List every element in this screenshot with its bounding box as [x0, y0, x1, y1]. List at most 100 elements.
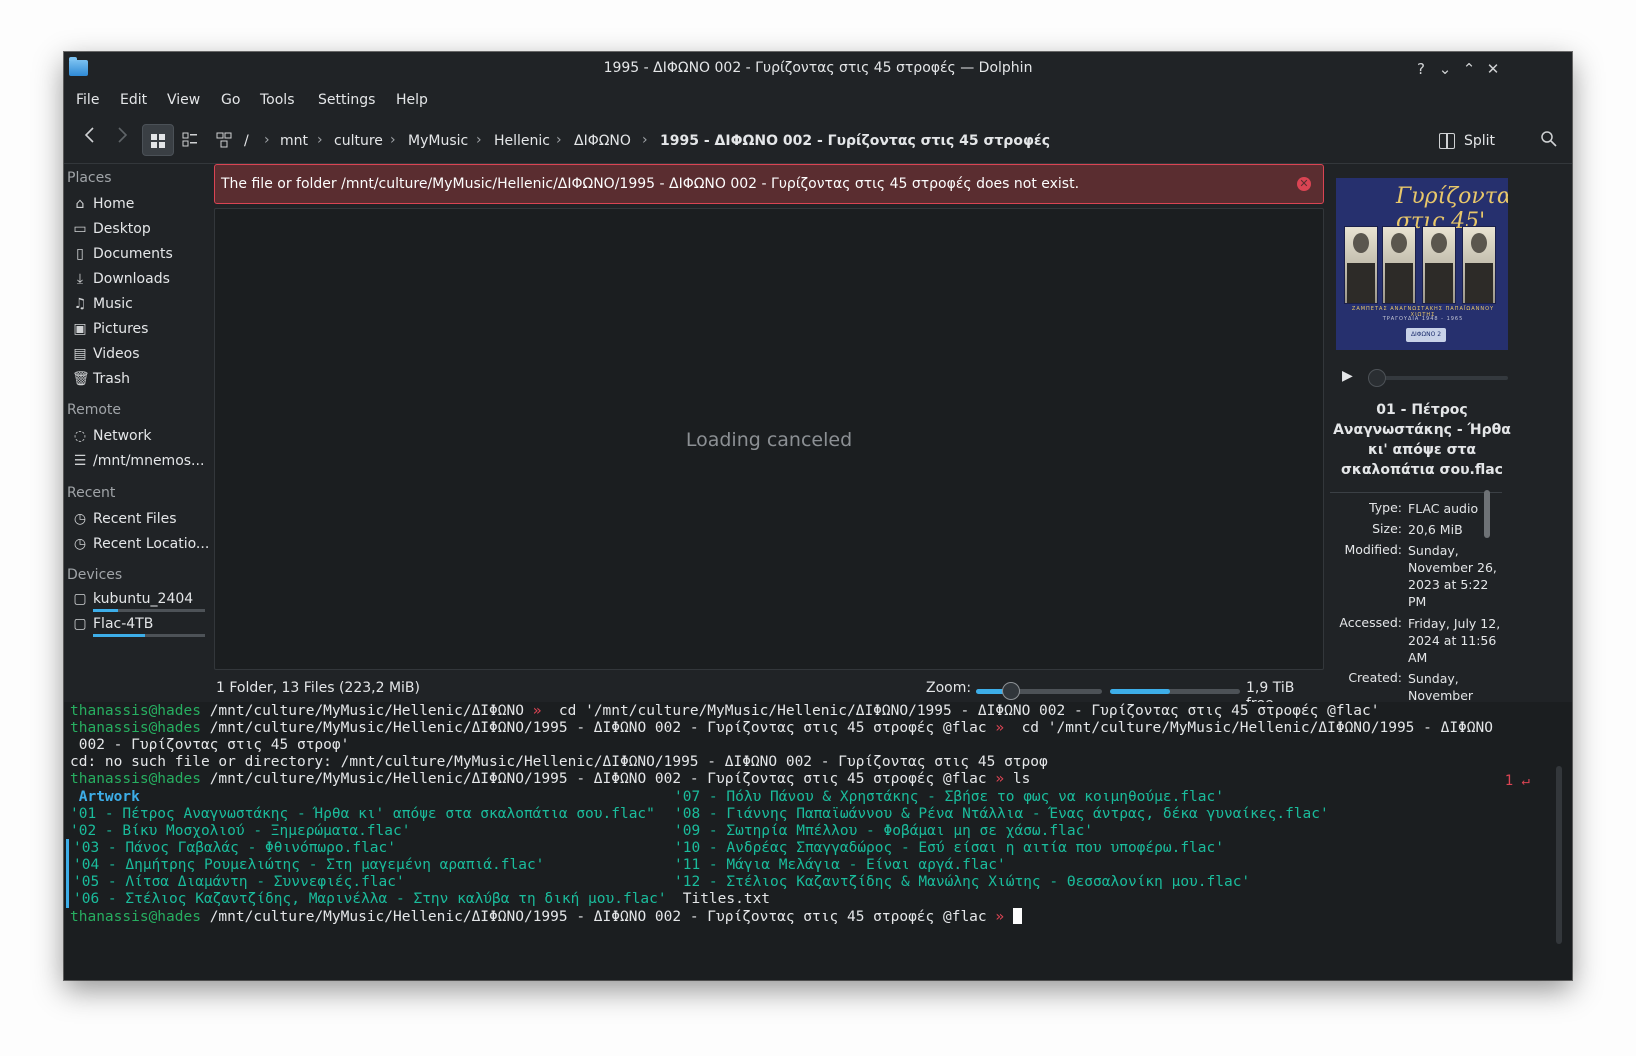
property-value: Sunday, November — [1408, 671, 1474, 703]
menu-view[interactable]: View — [167, 92, 200, 108]
details-view-button[interactable] — [174, 124, 206, 156]
seek-slider[interactable] — [1368, 369, 1508, 387]
menu-tools[interactable]: Tools — [260, 92, 295, 108]
menu-help[interactable]: Help — [396, 92, 428, 108]
ls-entry: '05 - Λίτσα Διαμάντη - Συννεφιές.flac' — [66, 873, 405, 891]
folder-file-count: 1 Folder, 13 Files (223,2 MiB) — [216, 680, 420, 696]
menu-go[interactable]: Go — [221, 92, 240, 108]
terminal-scrollbar[interactable] — [1556, 766, 1562, 944]
sidebar-item-label: Pictures — [93, 321, 149, 337]
remote-heading: Remote — [67, 402, 122, 418]
sidebar-item-label: Network — [93, 428, 152, 444]
terminal-panel[interactable]: thanassis@hades /mnt/culture/MyMusic/Hel… — [64, 702, 1572, 980]
terminal-command: cd '/mnt/culture/MyMusic/Hellenic/ΔΙΦΩΝΟ… — [1004, 720, 1493, 736]
sidebar-item-label: Recent Files — [93, 511, 177, 527]
properties-scrollbar[interactable] — [1484, 490, 1490, 538]
sidebar-item-label: Desktop — [93, 221, 151, 237]
breadcrumb-separator: › — [476, 132, 482, 148]
sidebar-item-home[interactable]: ⌂ Home — [64, 193, 212, 217]
ls-entry: '07 - Πόλυ Πάνου & Χρηστάκης - Σβήσε το … — [674, 789, 1224, 805]
error-message-bar: The file or folder /mnt/culture/MyMusic/… — [214, 164, 1324, 204]
close-button[interactable]: ✕ — [1482, 58, 1504, 80]
zoom-slider-handle[interactable] — [1002, 682, 1021, 700]
seek-handle[interactable] — [1368, 369, 1386, 387]
sidebar-item-trash[interactable]: 🗑 Trash — [64, 368, 212, 392]
menu-settings[interactable]: Settings — [318, 92, 375, 108]
breadcrumb-mymusic[interactable]: MyMusic — [408, 133, 468, 149]
sidebar-item-label: /mnt/mnemos... — [93, 453, 205, 469]
breadcrumb-root[interactable]: / — [244, 133, 249, 149]
icons-view-button[interactable] — [142, 124, 174, 156]
album-cover: Γυρίζοντας στις 45' ΖΑΜΠΕΤΑΣ ΑΝΑΓΝΩΣΤΑΚΗ… — [1336, 178, 1508, 350]
information-panel: Γυρίζοντας στις 45' ΖΑΜΠΕΤΑΣ ΑΝΑΓΝΩΣΤΑΚΗ… — [1330, 164, 1572, 740]
sidebar-item-recent-locations[interactable]: ◷ Recent Locatio... — [64, 533, 212, 557]
play-icon[interactable]: ▶ — [1342, 368, 1353, 384]
terminal-line: cd: no such file or directory: /mnt/cult… — [70, 754, 1048, 770]
capacity-fill — [93, 634, 145, 637]
zoom-slider[interactable] — [976, 682, 1102, 700]
sidebar-item-videos[interactable]: ▤ Videos — [64, 343, 212, 367]
devices-heading: Devices — [67, 567, 123, 583]
sidebar-item-kubuntu[interactable]: ▢ kubuntu_2404 — [64, 588, 212, 612]
close-icon[interactable]: ✕ — [1297, 177, 1311, 191]
back-button[interactable] — [74, 124, 106, 156]
trash-icon: 🗑 — [72, 371, 90, 387]
sidebar-item-recent-files[interactable]: ◷ Recent Files — [64, 508, 212, 532]
prompt-arrow: » — [995, 771, 1005, 787]
breadcrumb-current[interactable]: 1995 - ΔΙΦΩΝΟ 002 - Γυρίζοντας στις 45 σ… — [660, 133, 1050, 149]
help-button[interactable]: ? — [1410, 58, 1432, 80]
sidebar-item-music[interactable]: ♫ Music — [64, 293, 212, 317]
cover-subtitle: ΤΡΑΓΟΥΔΙΑ 1948 - 1965 — [1382, 316, 1464, 322]
selected-file-name: 01 - Πέτρος Αναγνωστάκης - Ήρθα κι' απόψ… — [1333, 402, 1511, 478]
tree-view-button[interactable] — [208, 124, 240, 156]
sidebar-item-flac4tb[interactable]: ▢ Flac-4TB — [64, 613, 212, 637]
sidebar-item-documents[interactable]: ▯ Documents — [64, 243, 212, 267]
cover-photo — [1462, 226, 1496, 304]
breadcrumb-culture[interactable]: culture — [334, 133, 383, 149]
forward-icon — [118, 127, 128, 143]
desktop-icon: ▭ — [73, 221, 87, 237]
sidebar-item-downloads[interactable]: ⤓ Downloads — [64, 268, 212, 292]
recent-heading: Recent — [67, 485, 116, 501]
breadcrumb-mnt[interactable]: mnt — [280, 133, 308, 149]
sidebar-item-mnemos[interactable]: ☰ /mnt/mnemos... — [64, 450, 212, 474]
sidebar-item-network[interactable]: ◌ Network — [64, 425, 212, 449]
property-value: 20,6 MiB — [1408, 522, 1463, 537]
ls-entry: '09 - Σωτηρία Μπέλλου - Φοβάμαι μη σε χά… — [674, 823, 1094, 839]
downloads-icon: ⤓ — [76, 271, 84, 287]
prompt-path: /mnt/culture/MyMusic/Hellenic/ΔΙΦΩΝΟ/199… — [209, 909, 987, 925]
sidebar-item-desktop[interactable]: ▭ Desktop — [64, 218, 212, 242]
prompt-user: thanassis@hades — [70, 771, 201, 787]
sidebar-item-label: Trash — [93, 371, 130, 387]
menu-file[interactable]: File — [76, 92, 99, 108]
sidebar-item-pictures[interactable]: ▣ Pictures — [64, 318, 212, 342]
prompt-path: /mnt/culture/MyMusic/Hellenic/ΔΙΦΩΝΟ/199… — [209, 720, 987, 736]
breadcrumb-difono[interactable]: ΔΙΦΩΝΟ — [574, 133, 631, 149]
prompt-path: /mnt/culture/MyMusic/Hellenic/ΔΙΦΩΝΟ/199… — [209, 771, 987, 787]
ls-entry: '04 - Δημήτρης Ρουμελιώτης - Στη μαγεμέν… — [66, 856, 544, 874]
split-button[interactable]: Split — [1464, 133, 1495, 149]
places-heading: Places — [67, 170, 112, 186]
breadcrumb-hellenic[interactable]: Hellenic — [494, 133, 550, 149]
places-panel: Places ⌂ Home ▭ Desktop ▯ Documents ⤓ Downlo… — [64, 164, 212, 694]
sidebar-item-label: Videos — [93, 346, 140, 362]
sidebar-item-label: Downloads — [93, 271, 170, 287]
property-key: Modified: — [1344, 542, 1402, 557]
free-space-bar — [1110, 689, 1240, 694]
maximize-button[interactable]: ⌃ — [1458, 58, 1480, 80]
forward-button[interactable] — [106, 124, 138, 156]
sidebar-item-label: Flac-4TB — [93, 616, 154, 632]
ls-entry: '01 - Πέτρος Αναγνωστάκης - Ήρθα κι' από… — [70, 806, 655, 822]
error-message-text: The file or folder /mnt/culture/MyMusic/… — [221, 176, 1080, 192]
ls-entry: '12 - Στέλιος Καζαντζίδης & Μανώλης Χιώτ… — [674, 874, 1251, 890]
breadcrumb-separator: › — [556, 132, 562, 148]
minimize-button[interactable]: ⌄ — [1434, 58, 1456, 80]
search-icon — [1541, 131, 1557, 147]
search-button[interactable] — [1540, 130, 1564, 152]
prompt-path: /mnt/culture/MyMusic/Hellenic/ΔΙΦΩΝΟ — [209, 703, 524, 719]
property-key: Created: — [1348, 670, 1402, 685]
capacity-bar — [93, 609, 205, 612]
file-view-area[interactable]: Loading canceled — [214, 208, 1324, 670]
divider — [1330, 492, 1502, 493]
menu-edit[interactable]: Edit — [120, 92, 147, 108]
